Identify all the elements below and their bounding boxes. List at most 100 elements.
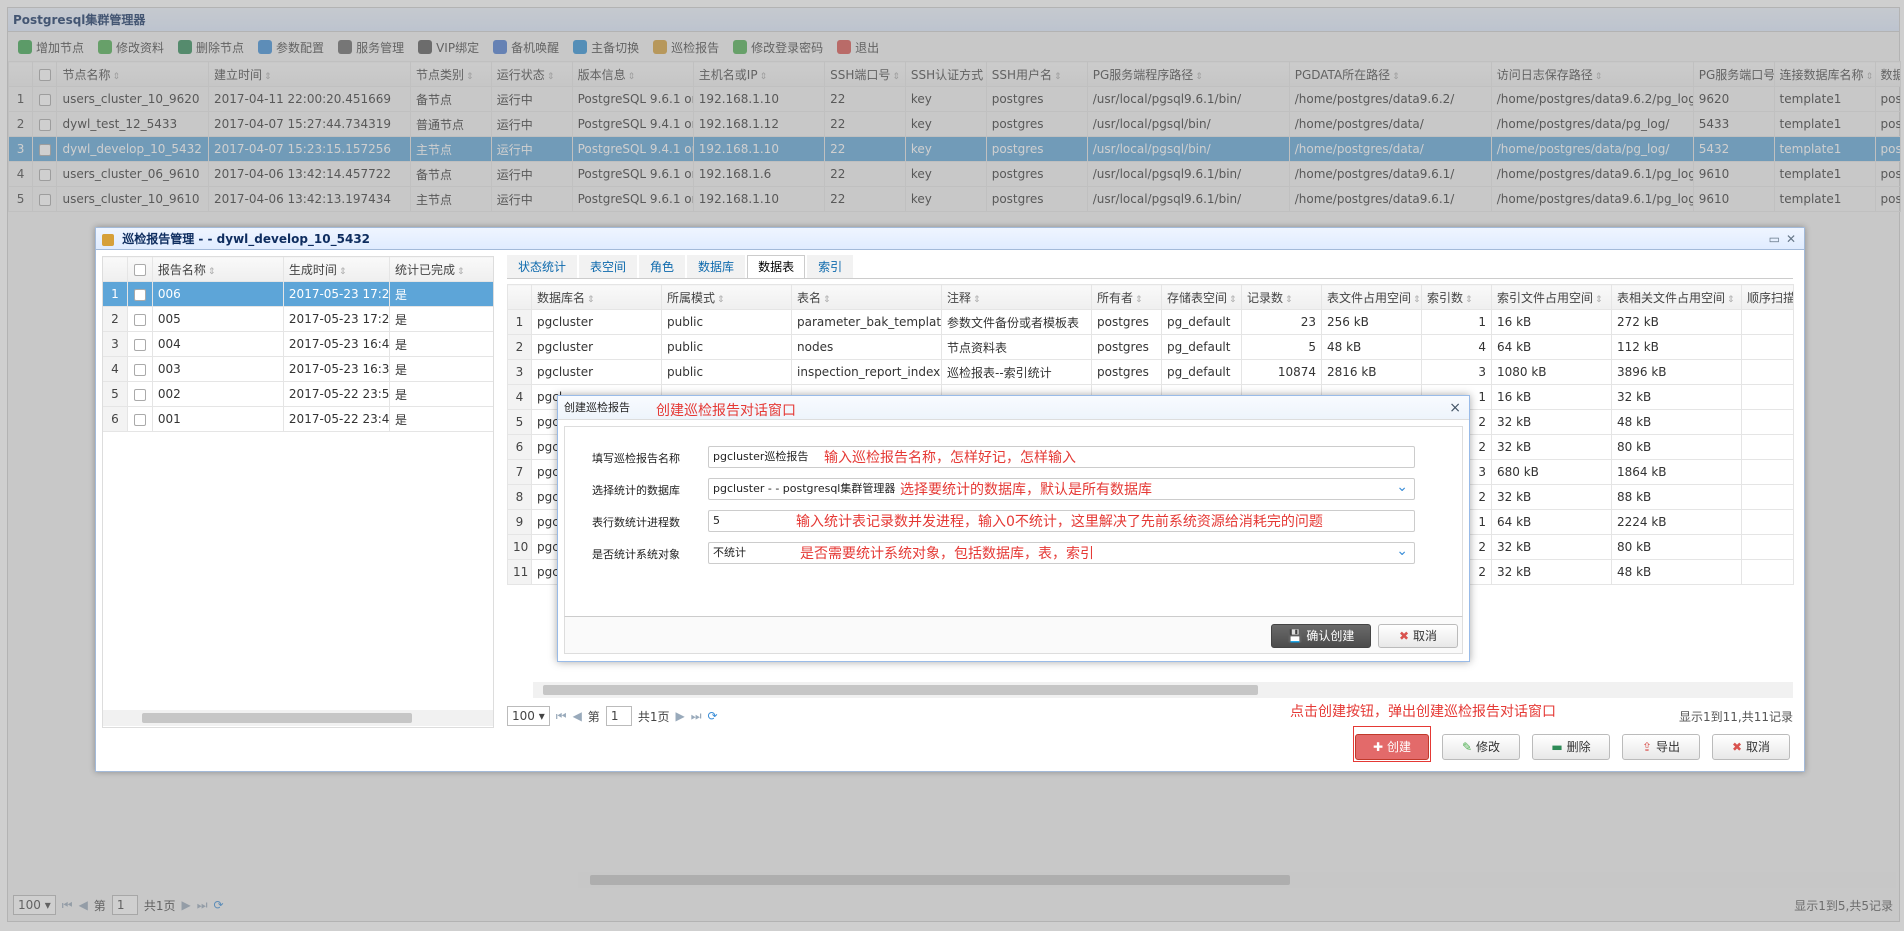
table-col-header[interactable]: 所有者 ⇕ xyxy=(1091,284,1162,310)
report-checkbox-cell[interactable] xyxy=(126,381,153,407)
report-checkbox[interactable] xyxy=(133,313,146,326)
table-col-header[interactable]: 表相关文件占用空间 ⇕ xyxy=(1611,284,1742,310)
table-col-label: 索引文件占用空间 xyxy=(1497,290,1594,305)
table-grid-hscroll-thumb[interactable] xyxy=(543,685,1258,695)
table-cell: 16 kB xyxy=(1491,309,1612,335)
table-col-header[interactable]: 表文件占用空间 ⇕ xyxy=(1321,284,1422,310)
table-col-header[interactable]: 记录数 ⇕ xyxy=(1241,284,1322,310)
table-col-header[interactable]: 数据库名 ⇕ xyxy=(531,284,662,310)
dialog-cancel-button[interactable]: ✖ 取消 xyxy=(1378,624,1458,648)
table-cell: 2816 kB xyxy=(1321,359,1422,385)
create-button[interactable]: ✚ 创建 xyxy=(1355,734,1429,760)
table-first-page-icon[interactable]: ⏮ xyxy=(556,709,567,724)
report-checkbox[interactable] xyxy=(133,363,146,376)
table-last-page-icon[interactable]: ⏭ xyxy=(691,709,702,724)
report-row[interactable]: 6 001 2017-05-22 23:4 是 xyxy=(102,406,495,432)
report-checkbox[interactable] xyxy=(133,388,146,401)
report-select-all-checkbox[interactable] xyxy=(133,263,146,276)
table-row[interactable]: 2 pgcluster public nodes 节点资料表 postgres pg_def… xyxy=(507,334,1794,360)
report-col-header[interactable]: 统计已完成 ⇕ xyxy=(388,256,495,282)
report-row[interactable]: 1 006 2017-05-23 17:2 是 xyxy=(102,281,495,307)
report-checkbox[interactable] xyxy=(133,413,146,426)
table-col-header[interactable]: 顺序扫描次⇕ xyxy=(1741,284,1794,310)
report-row-number: 3 xyxy=(102,331,128,357)
report-checkbox-cell[interactable] xyxy=(126,406,153,432)
report-row[interactable]: 4 003 2017-05-23 16:3 是 xyxy=(102,356,495,382)
report-time: 2017-05-22 23:5 xyxy=(282,381,390,407)
export-button[interactable]: ⇪ 导出 xyxy=(1622,734,1700,760)
report-col-header[interactable]: 报告名称 ⇕ xyxy=(151,256,284,282)
cancel-button-label: 取消 xyxy=(1745,740,1770,754)
table-cell: 680 kB xyxy=(1491,459,1612,485)
table-grid-hscrollbar[interactable] xyxy=(533,682,1793,698)
table-col-label: 所有者 xyxy=(1097,290,1134,305)
report-row[interactable]: 3 004 2017-05-23 16:4 是 xyxy=(102,331,495,357)
plus-icon: ✚ xyxy=(1373,740,1384,754)
table-row[interactable]: 3 pgcluster public inspection_report_index 巡… xyxy=(507,359,1794,385)
table-cell: pgcluster xyxy=(531,309,662,335)
cancel-button[interactable]: ✖ 取消 xyxy=(1712,734,1790,760)
edit-button[interactable]: ✎ 修改 xyxy=(1442,734,1520,760)
confirm-create-button[interactable]: 💾 确认创建 xyxy=(1271,624,1371,648)
maximize-icon[interactable]: ▭ xyxy=(1769,228,1780,250)
table-prev-page-icon[interactable]: ◀ xyxy=(573,709,582,723)
cancel-x-icon: ✖ xyxy=(1732,740,1743,754)
report-grid-hscroll-thumb[interactable] xyxy=(142,713,412,723)
table-pager-summary: 显示1到11,共11记录 xyxy=(1679,709,1793,724)
table-page-size-select[interactable]: 100 ▾ xyxy=(507,706,550,726)
report-time: 2017-05-22 23:4 xyxy=(282,406,390,432)
tab-5[interactable]: 索引 xyxy=(807,255,854,278)
table-row-number: 9 xyxy=(507,509,532,535)
table-page-input[interactable]: 1 xyxy=(605,706,632,726)
tab-1[interactable]: 表空间 xyxy=(579,255,638,278)
table-row[interactable]: 1 pgcluster public parameter_bak_template 参数… xyxy=(507,309,1794,335)
report-select-all[interactable] xyxy=(126,256,153,282)
table-col-header[interactable]: 存储表空间 ⇕ xyxy=(1161,284,1242,310)
tab-0[interactable]: 状态统计 xyxy=(507,255,578,278)
dialog-cancel-icon: ✖ xyxy=(1399,629,1410,643)
close-icon[interactable]: ✕ xyxy=(1786,228,1796,250)
table-refresh-icon[interactable]: ⟳ xyxy=(708,709,718,723)
dialog-field-note: 输入统计表记录数并发进程，输入0不统计，这里解决了先前系统资源给消耗完的问题 xyxy=(796,514,1323,530)
table-col-header[interactable]: 注释 ⇕ xyxy=(941,284,1092,310)
table-col-header[interactable]: 所属模式 ⇕ xyxy=(661,284,792,310)
table-cell: 80 kB xyxy=(1611,534,1742,560)
report-checkbox[interactable] xyxy=(133,288,146,301)
sort-icon: ⇕ xyxy=(717,294,725,305)
table-cell: public xyxy=(661,359,792,385)
dialog-close-icon[interactable]: × xyxy=(1449,396,1461,420)
export-button-label: 导出 xyxy=(1655,740,1680,754)
table-cell: public xyxy=(661,334,792,360)
dialog-field-label: 填写巡检报告名称 xyxy=(592,452,680,465)
report-checkbox-cell[interactable] xyxy=(126,331,153,357)
report-checkbox[interactable] xyxy=(133,338,146,351)
sort-icon: ⇕ xyxy=(1285,294,1293,305)
chevron-down-icon[interactable]: ⌄ xyxy=(1396,541,1408,561)
tab-3[interactable]: 数据库 xyxy=(687,255,746,278)
table-col-label: 记录数 xyxy=(1247,290,1284,305)
tab-2[interactable]: 角色 xyxy=(639,255,686,278)
report-col-header[interactable]: 生成时间 ⇕ xyxy=(282,256,390,282)
dialog-cancel-label: 取消 xyxy=(1412,629,1437,643)
table-cell: postgres xyxy=(1091,334,1162,360)
report-done: 是 xyxy=(388,306,495,332)
report-row[interactable]: 2 005 2017-05-23 17:2 是 xyxy=(102,306,495,332)
table-col-header[interactable]: 索引数 ⇕ xyxy=(1421,284,1492,310)
report-checkbox-cell[interactable] xyxy=(126,281,153,307)
sort-icon: ⇕ xyxy=(1595,294,1603,305)
report-row[interactable]: 5 002 2017-05-22 23:5 是 xyxy=(102,381,495,407)
sort-icon: ⇕ xyxy=(1465,294,1473,305)
report-row-number: 2 xyxy=(102,306,128,332)
table-next-page-icon[interactable]: ▶ xyxy=(675,709,684,723)
report-checkbox-cell[interactable] xyxy=(126,356,153,382)
report-checkbox-cell[interactable] xyxy=(126,306,153,332)
table-col-header[interactable]: 索引文件占用空间 ⇕ xyxy=(1491,284,1612,310)
report-grid-hscrollbar[interactable] xyxy=(102,710,494,726)
report-row-number: 5 xyxy=(102,381,128,407)
table-col-header[interactable]: 表名 ⇕ xyxy=(791,284,942,310)
table-row-number: 6 xyxy=(507,434,532,460)
table-cell: 3896 kB xyxy=(1611,359,1742,385)
chevron-down-icon[interactable]: ⌄ xyxy=(1396,477,1408,497)
delete-button[interactable]: ▬ 删除 xyxy=(1532,734,1610,760)
tab-4[interactable]: 数据表 xyxy=(747,255,806,278)
